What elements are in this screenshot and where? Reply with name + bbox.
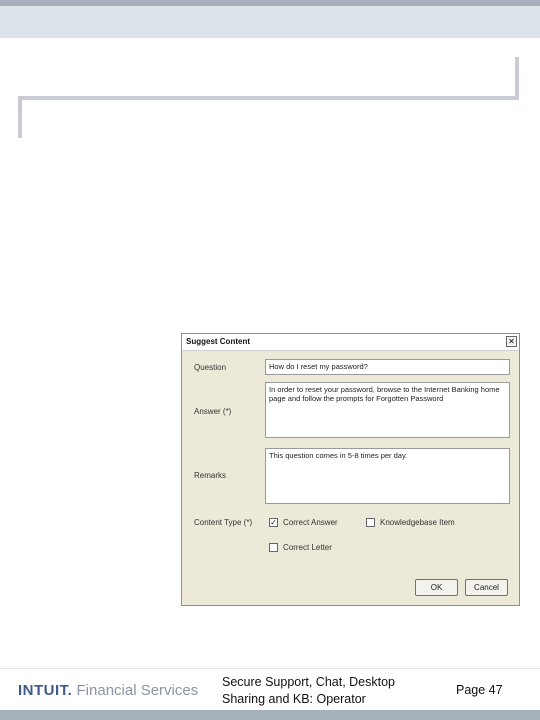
page-number: Page 47	[456, 683, 503, 697]
title-bracket-left	[18, 96, 22, 138]
title-bracket-right	[515, 57, 519, 99]
question-input[interactable]: How do I reset my password?	[265, 359, 510, 375]
dialog-title: Suggest Content	[186, 337, 250, 346]
intuit-logo: INTUIT. Financial Services	[18, 682, 198, 699]
top-accent-line	[0, 0, 540, 6]
ok-button[interactable]: OK	[415, 579, 458, 596]
correct-letter-checkbox[interactable]	[269, 543, 278, 552]
footer-title: Secure Support, Chat, Desktop Sharing an…	[222, 675, 396, 706]
logo-subtitle: Financial Services	[76, 682, 199, 699]
knowledgebase-item-checkbox[interactable]	[366, 518, 375, 527]
cancel-button[interactable]: Cancel	[465, 579, 508, 596]
footer-accent-bar	[0, 710, 540, 720]
correct-letter-label: Correct Letter	[283, 543, 332, 552]
answer-label: Answer (*)	[194, 407, 232, 416]
logo-brand: INTUIT.	[18, 682, 73, 699]
answer-textarea[interactable]: In order to reset your password, browse …	[265, 382, 510, 438]
remarks-textarea[interactable]: This question comes in 5-8 times per day…	[265, 448, 510, 504]
dialog-titlebar: Suggest Content ✕	[182, 334, 519, 351]
remarks-label: Remarks	[194, 471, 227, 480]
title-bracket-line	[18, 96, 519, 100]
content-type-label: Content Type (*)	[194, 518, 253, 527]
suggest-content-dialog: Suggest Content ✕ Question How do I rese…	[181, 333, 520, 606]
correct-answer-checkbox[interactable]: ✓	[269, 518, 278, 527]
question-label: Question	[194, 363, 227, 372]
correct-answer-label: Correct Answer	[283, 518, 338, 527]
knowledgebase-item-label: Knowledgebase Item	[380, 518, 455, 527]
close-icon[interactable]: ✕	[506, 336, 517, 347]
